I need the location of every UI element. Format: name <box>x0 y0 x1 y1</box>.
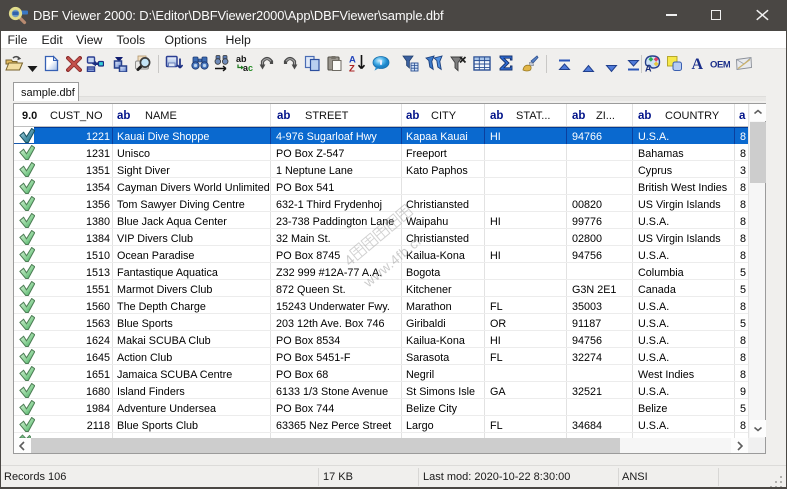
svg-text:OEM: OEM <box>710 60 730 70</box>
svg-text:A: A <box>692 56 704 72</box>
svg-text:Z: Z <box>349 64 355 73</box>
svg-text:c: c <box>248 63 253 72</box>
svg-text:A: A <box>645 64 652 73</box>
